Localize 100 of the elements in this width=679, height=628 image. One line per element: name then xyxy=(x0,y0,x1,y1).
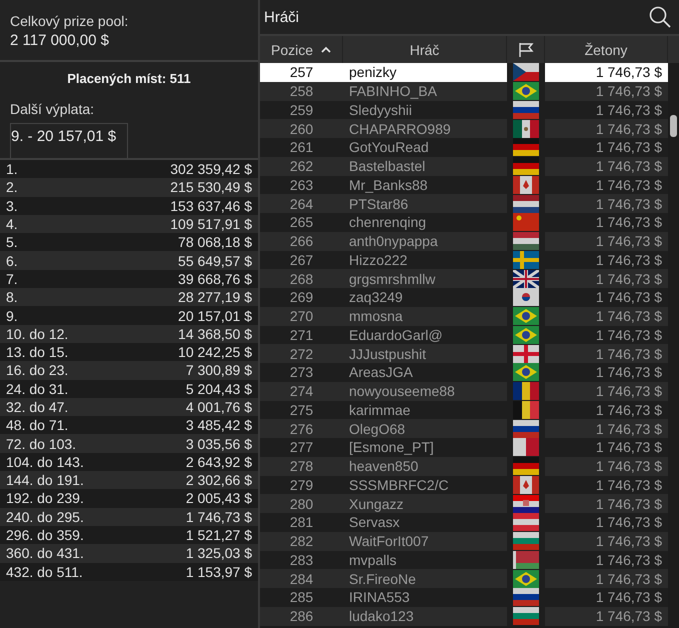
player-row[interactable]: 259 Sledyyshii 1 746,73 $ xyxy=(260,100,668,120)
payout-place: 13. do 15. xyxy=(6,344,68,360)
position-cell-text: 284 xyxy=(288,570,314,587)
chips-cell-text: 1 746,73 $ xyxy=(594,458,663,474)
position-cell-text: 285 xyxy=(288,589,314,606)
player-row[interactable]: 272 JJJustpushit 1 746,73 $ xyxy=(260,344,668,363)
payout-place: 9. xyxy=(6,308,18,324)
position-cell-text: 277 xyxy=(288,439,314,456)
chips-cell-text: 1 746,73 $ xyxy=(594,476,663,493)
position-cell-text: 286 xyxy=(288,608,314,624)
next-payout-label: Další výplata: xyxy=(10,101,96,117)
position-cell-text: 259 xyxy=(288,102,314,118)
payout-place: 240. do 295. xyxy=(6,508,84,525)
prize-pool-label: Celkový prize pool: xyxy=(10,13,130,29)
payout-place: 24. do 31. xyxy=(6,380,68,397)
position-cell-text: 270 xyxy=(288,308,314,324)
player-row[interactable]: 283 mvpalls 1 746,73 $ xyxy=(260,550,668,570)
player-name-cell-text: CHAPARRO989 xyxy=(348,120,452,137)
player-name-cell-text: Mr_Banks88 xyxy=(348,176,429,193)
payout-place: 296. do 359. xyxy=(6,527,84,544)
player-row[interactable]: 274 nowyouseeme88 1 746,73 $ xyxy=(260,382,668,400)
position-cell-text: 274 xyxy=(288,383,314,400)
position-cell-text: 267 xyxy=(288,252,314,268)
payout-place: 432. do 511. xyxy=(6,564,83,580)
payout-place: 4. xyxy=(6,216,18,232)
chips-cell-text: 1 746,73 $ xyxy=(594,346,663,362)
player-name-cell-text: chenrenqing xyxy=(348,214,428,230)
chips-cell-text: 1 746,73 $ xyxy=(594,270,663,287)
player-row[interactable]: 268 grgsmrshmllw 1 746,73 $ xyxy=(260,269,668,288)
player-name-cell-text: SSSMBRFC2/C xyxy=(348,476,450,493)
player-row[interactable]: 262 Bastelbastel 1 746,73 $ xyxy=(260,156,668,176)
payout-amount: 109 517,91 $ xyxy=(170,216,252,232)
payout-place: 32. do 47. xyxy=(6,399,68,415)
chips-cell-text: 1 746,73 $ xyxy=(594,214,663,230)
player-name-cell-text: nowyouseeme88 xyxy=(348,383,456,400)
chips-cell-text: 1 746,73 $ xyxy=(594,308,663,324)
player-row[interactable]: 276 OlegO68 1 746,73 $ xyxy=(260,419,668,438)
position-cell-text: 263 xyxy=(288,176,314,193)
prize-pool-value: 2 117 000,00 $ xyxy=(10,32,110,49)
player-row[interactable]: 271 EduardoGarl@ 1 746,73 $ xyxy=(260,326,668,344)
player-name-cell-text: EduardoGarl@ xyxy=(348,326,444,343)
position-cell-text: 271 xyxy=(288,326,314,343)
player-name-cell-text: FABINHO_BA xyxy=(348,83,438,100)
position-cell-text: 265 xyxy=(288,214,314,230)
player-row[interactable]: 267 Hizzo222 1 746,73 $ xyxy=(260,250,668,270)
player-name-cell-text: AreasJGA xyxy=(348,364,414,380)
chips-cell-text: 1 746,73 $ xyxy=(594,364,663,380)
position-cell-text: 264 xyxy=(288,196,314,212)
player-row[interactable]: 257 penizky 1 746,73 $ xyxy=(260,63,668,82)
payout-amount: 3 485,42 $ xyxy=(186,417,252,434)
payout-amount: 7 300,89 $ xyxy=(186,362,252,378)
chips-cell-text: 1 746,73 $ xyxy=(594,233,663,250)
payout-amount: 3 035,56 $ xyxy=(186,436,252,452)
position-cell-text: 262 xyxy=(288,158,314,174)
search-icon[interactable] xyxy=(649,6,671,28)
position-cell-text: 281 xyxy=(288,514,314,530)
payout-place: 2. xyxy=(6,179,18,196)
player-row[interactable]: 284 Sr.FireoNe 1 746,73 $ xyxy=(260,569,668,588)
payout-amount: 20 157,01 $ xyxy=(178,308,252,324)
player-name-cell-text: penizky xyxy=(348,64,398,80)
player-row[interactable]: 266 anth0nypappa 1 746,73 $ xyxy=(260,232,668,250)
player-row[interactable]: 258 FABINHO_BA 1 746,73 $ xyxy=(260,82,668,100)
payout-amount: 1 521,27 $ xyxy=(186,527,252,544)
position-cell-text: 279 xyxy=(288,476,314,493)
player-name-cell-text: Sledyyshii xyxy=(348,102,414,118)
player-row[interactable]: 279 SSSMBRFC2/C 1 746,73 $ xyxy=(260,476,668,494)
position-cell-text: 280 xyxy=(288,496,314,512)
player-row[interactable]: 278 heaven850 1 746,73 $ xyxy=(260,456,668,476)
player-name-cell-text: mmosna xyxy=(348,308,404,324)
payout-place: 1. xyxy=(6,161,18,178)
player-row[interactable]: 280 Xungazz 1 746,73 $ xyxy=(260,494,668,513)
player-name-cell-text: grgsmrshmllw xyxy=(348,270,436,287)
player-row[interactable]: 264 PTStar86 1 746,73 $ xyxy=(260,194,668,213)
player-name-cell-text: heaven850 xyxy=(348,458,420,474)
payout-place: 104. do 143. xyxy=(6,454,84,470)
player-row[interactable]: 270 mmosna 1 746,73 $ xyxy=(260,306,668,326)
player-row[interactable]: 286 ludako123 1 746,73 $ xyxy=(260,606,668,626)
position-cell-text: 266 xyxy=(288,233,314,250)
position-cell-text: 275 xyxy=(288,402,314,418)
payout-amount: 1 325,03 $ xyxy=(186,545,252,562)
player-row[interactable]: 282 WaitForIt007 1 746,73 $ xyxy=(260,532,668,550)
payout-amount: 5 204,43 $ xyxy=(186,380,252,397)
player-row[interactable]: 263 Mr_Banks88 1 746,73 $ xyxy=(260,176,668,194)
player-name-cell-text: WaitForIt007 xyxy=(348,533,430,550)
payout-place: 10. do 12. xyxy=(6,326,68,342)
player-name-cell-text: Sr.FireoNe xyxy=(348,570,417,587)
scrollbar-thumb[interactable] xyxy=(670,115,677,137)
position-cell-text: 257 xyxy=(288,64,314,80)
payout-amount: 55 649,57 $ xyxy=(178,252,252,269)
player-name-cell-text: [Esmone_PT] xyxy=(348,439,435,456)
chips-cell-text: 1 746,73 $ xyxy=(594,439,663,456)
position-cell-text: 258 xyxy=(288,83,314,100)
chips-cell-text: 1 746,73 $ xyxy=(594,402,663,418)
player-row[interactable]: 275 karimmae 1 746,73 $ xyxy=(260,400,668,420)
player-name-cell-text: ludako123 xyxy=(348,608,415,624)
position-cell-text: 269 xyxy=(288,289,314,306)
player-row[interactable]: 260 CHAPARRO989 1 746,73 $ xyxy=(260,119,668,138)
position-cell-text: 272 xyxy=(288,346,314,362)
payout-amount: 2 005,43 $ xyxy=(186,490,252,506)
player-name-cell-text: mvpalls xyxy=(348,552,398,568)
